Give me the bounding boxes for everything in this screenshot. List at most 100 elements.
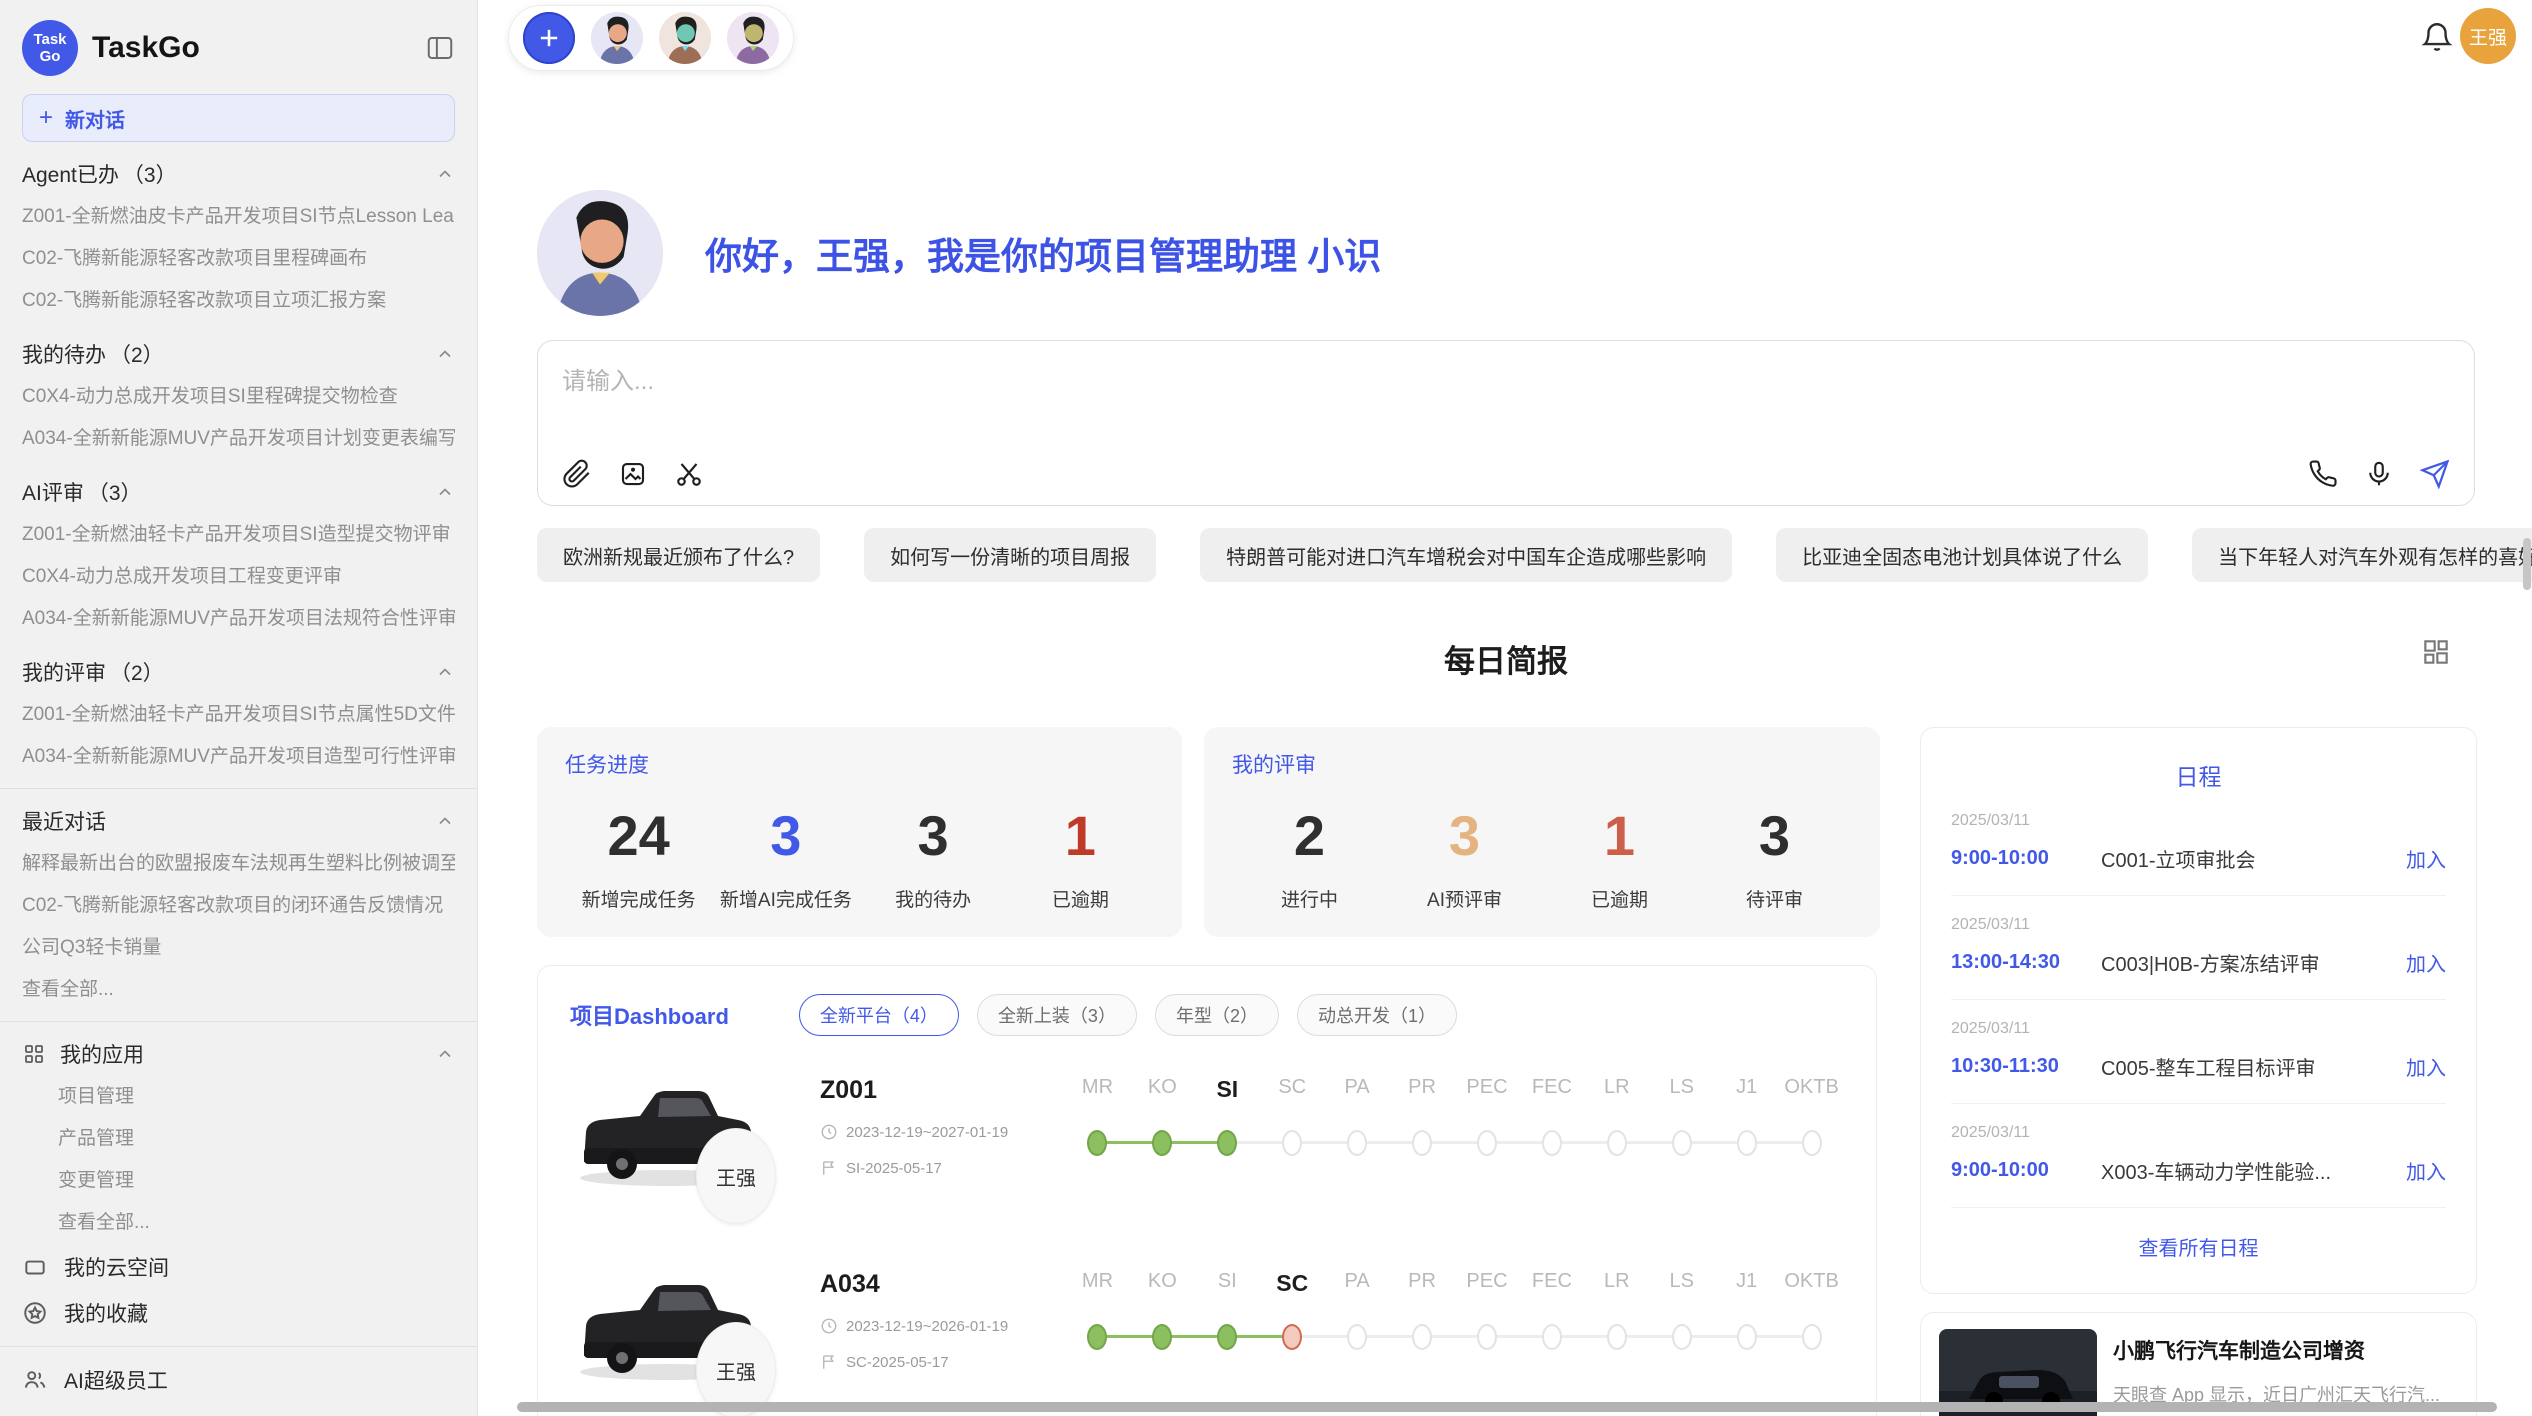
milestone-dot[interactable]	[1152, 1130, 1172, 1156]
sidebar-item-favorites[interactable]: 我的收藏	[22, 1290, 455, 1336]
filter-chip[interactable]: 全新上装（3）	[977, 994, 1137, 1036]
sidebar-task-item[interactable]: C0X4-动力总成开发项目工程变更评审	[22, 556, 455, 598]
brief-layout-grid-icon[interactable]	[2420, 636, 2452, 668]
milestone-dot[interactable]	[1607, 1130, 1627, 1156]
milestone-dot[interactable]	[1282, 1324, 1302, 1350]
view-all-schedule-link[interactable]: 查看所有日程	[1951, 1232, 2446, 1261]
sidebar-item-write-helper[interactable]: 帮我写作	[22, 1403, 455, 1416]
milestone-dot[interactable]	[1542, 1324, 1562, 1350]
notifications-bell-icon[interactable]	[2420, 20, 2454, 54]
scissors-icon[interactable]	[674, 459, 704, 489]
sidebar-task-item[interactable]: C02-飞腾新能源轻客改款项目立项汇报方案	[22, 280, 455, 322]
milestone-dot[interactable]	[1802, 1130, 1822, 1156]
sidebar-task-item[interactable]: C02-飞腾新能源轻客改款项目里程碑画布	[22, 238, 455, 280]
suggestion-chip[interactable]: 特朗普可能对进口汽车增税会对中国车企造成哪些影响	[1200, 528, 1732, 582]
news-card[interactable]: 小鹏飞行汽车制造公司增资 天眼查 App 显示，近日广州汇天飞行汽...	[1920, 1312, 2477, 1416]
chevron-up-icon[interactable]	[435, 662, 455, 682]
horizontal-scrollbar[interactable]	[517, 1402, 2497, 1412]
section-header[interactable]: 我的待办 （2）	[22, 332, 455, 376]
sidebar-item-ai-staff[interactable]: AI超级员工	[22, 1357, 455, 1403]
section-label: AI评审	[22, 477, 84, 507]
milestone-dot[interactable]	[1412, 1130, 1432, 1156]
suggestion-chip[interactable]: 比亚迪全固态电池计划具体说了什么	[1776, 528, 2148, 582]
milestone-dot[interactable]	[1802, 1324, 1822, 1350]
join-link[interactable]: 加入	[2406, 948, 2446, 977]
join-link[interactable]: 加入	[2406, 1156, 2446, 1185]
sidebar-item-cloud-space[interactable]: 我的云空间	[22, 1244, 455, 1290]
recent-chat-item[interactable]: C02-飞腾新能源轻客改款项目的闭环通告反馈情况	[22, 885, 455, 927]
suggestion-chip[interactable]: 欧洲新规最近颁布了什么?	[537, 528, 820, 582]
section-header[interactable]: 最近对话	[22, 799, 455, 843]
chevron-up-icon[interactable]	[435, 164, 455, 184]
microphone-icon[interactable]	[2364, 459, 2394, 489]
section-label: 我的应用	[60, 1039, 144, 1069]
filter-chip[interactable]: 动总开发（1）	[1297, 994, 1457, 1036]
milestone-dot[interactable]	[1217, 1130, 1237, 1156]
chevron-up-icon[interactable]	[435, 1044, 455, 1064]
avatar[interactable]	[659, 12, 711, 64]
milestone-dot[interactable]	[1607, 1324, 1627, 1350]
milestone-dot[interactable]	[1412, 1324, 1432, 1350]
milestone-dot[interactable]	[1152, 1324, 1172, 1350]
milestone-dot[interactable]	[1477, 1130, 1497, 1156]
section-header[interactable]: 我的应用	[22, 1032, 455, 1076]
add-session-button[interactable]	[523, 12, 575, 64]
section-header[interactable]: 我的评审 （2）	[22, 650, 455, 694]
suggestion-chip[interactable]: 当下年轻人对汽车外观有怎样的喜好趋势	[2192, 528, 2532, 582]
recent-chat-item[interactable]: 公司Q3轻卡销量	[22, 927, 455, 969]
stat-item: 3 我的待办	[860, 797, 1007, 912]
milestone-dot[interactable]	[1217, 1324, 1237, 1350]
milestone-dot[interactable]	[1672, 1130, 1692, 1156]
sidebar-task-item[interactable]: A034-全新新能源MUV产品开发项目造型可行性评审	[22, 736, 455, 778]
milestone-dot[interactable]	[1282, 1130, 1302, 1156]
suggestion-chip[interactable]: 如何写一份清晰的项目周报	[864, 528, 1156, 582]
milestone-dot[interactable]	[1347, 1130, 1367, 1156]
milestone-dot[interactable]	[1672, 1324, 1692, 1350]
send-icon[interactable]	[2420, 459, 2450, 489]
milestone-dot[interactable]	[1542, 1130, 1562, 1156]
phone-call-icon[interactable]	[2308, 459, 2338, 489]
section-header[interactable]: AI评审 （3）	[22, 470, 455, 514]
section-header[interactable]: Agent已办 （3）	[22, 152, 455, 196]
milestone-dot[interactable]	[1087, 1130, 1107, 1156]
milestone-dot[interactable]	[1477, 1324, 1497, 1350]
app-link-item[interactable]: 项目管理	[22, 1076, 455, 1118]
project-row[interactable]: 王强 A034 2023-12-19~2026-01-19 SC-2025-05…	[570, 1264, 1844, 1416]
chevron-up-icon[interactable]	[435, 344, 455, 364]
message-input[interactable]	[562, 361, 2450, 421]
new-chat-button[interactable]: + 新对话	[22, 94, 455, 142]
project-owner-badge: 王强	[696, 1128, 776, 1224]
user-avatar[interactable]: 王强	[2460, 8, 2516, 64]
section-count: （3）	[88, 477, 142, 507]
join-link[interactable]: 加入	[2406, 1052, 2446, 1081]
chevron-up-icon[interactable]	[435, 811, 455, 831]
milestone-dot[interactable]	[1737, 1324, 1757, 1350]
app-link-item[interactable]: 产品管理	[22, 1118, 455, 1160]
join-link[interactable]: 加入	[2406, 844, 2446, 873]
milestone-dot[interactable]	[1347, 1324, 1367, 1350]
stat-item: 3 新增AI完成任务	[712, 797, 859, 912]
project-code: Z001	[820, 1076, 1065, 1105]
attachment-icon[interactable]	[562, 459, 592, 489]
collapse-panel-icon[interactable]	[425, 33, 455, 63]
vertical-scrollbar[interactable]	[2523, 538, 2531, 590]
avatar[interactable]	[591, 12, 643, 64]
image-upload-icon[interactable]	[618, 459, 648, 489]
sidebar-task-item[interactable]: C0X4-动力总成开发项目SI里程碑提交物检查	[22, 376, 455, 418]
sidebar-task-item[interactable]: Z001-全新燃油轻卡产品开发项目SI节点属性5D文件评审	[22, 694, 455, 736]
chevron-up-icon[interactable]	[435, 482, 455, 502]
sidebar-task-item[interactable]: A034-全新新能源MUV产品开发项目法规符合性评审	[22, 598, 455, 640]
recent-chat-item[interactable]: 解释最新出台的欧盟报废车法规再生塑料比例被调至15%...	[22, 843, 455, 885]
sidebar-task-item[interactable]: Z001-全新燃油轻卡产品开发项目SI造型提交物评审	[22, 514, 455, 556]
milestone-dot[interactable]	[1737, 1130, 1757, 1156]
avatar[interactable]	[727, 12, 779, 64]
sidebar-task-item[interactable]: A034-全新新能源MUV产品开发项目计划变更表编写	[22, 418, 455, 460]
milestone-dot[interactable]	[1087, 1324, 1107, 1350]
filter-chip[interactable]: 年型（2）	[1155, 994, 1279, 1036]
sidebar-task-item[interactable]: Z001-全新燃油皮卡产品开发项目SI节点Lesson Learn报告	[22, 196, 455, 238]
filter-chip[interactable]: 全新平台（4）	[799, 994, 959, 1036]
recent-chat-item[interactable]: 查看全部...	[22, 969, 455, 1011]
app-link-item[interactable]: 查看全部...	[22, 1202, 455, 1244]
project-row[interactable]: 王强 Z001 2023-12-19~2027-01-19 SI-2025-05…	[570, 1070, 1844, 1230]
app-link-item[interactable]: 变更管理	[22, 1160, 455, 1202]
